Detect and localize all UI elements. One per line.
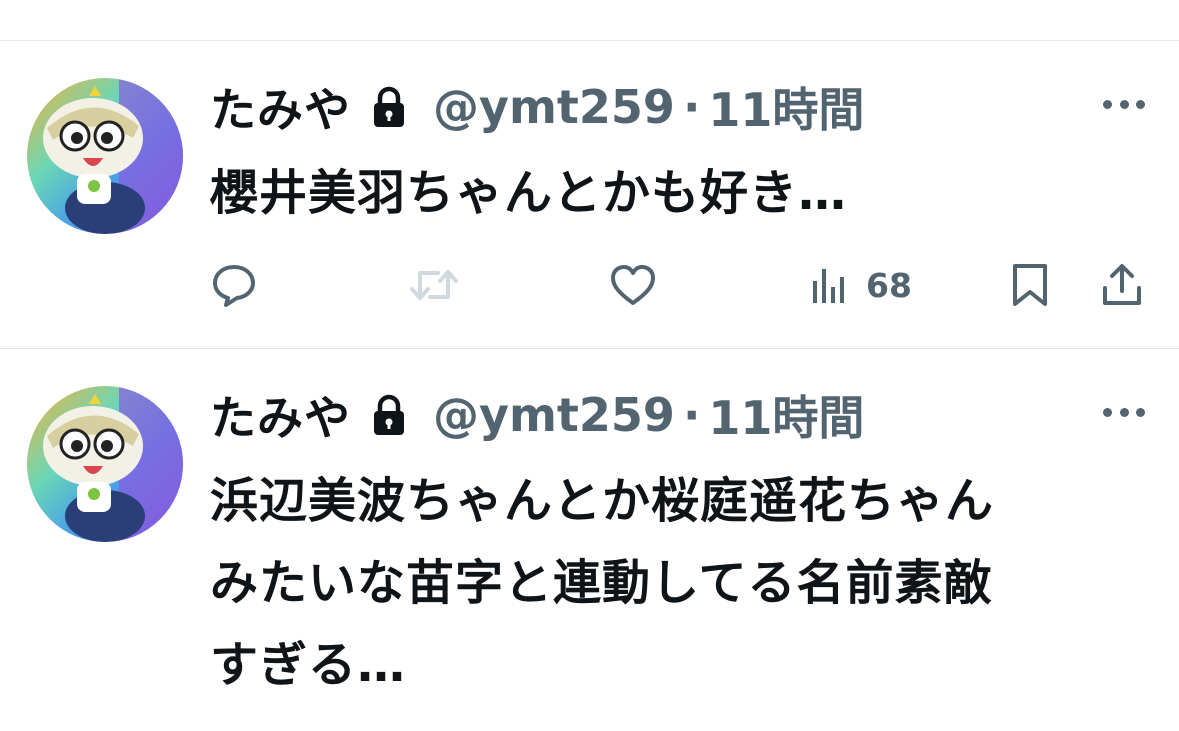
lock-icon: [369, 85, 409, 129]
tweet-actions: 68: [210, 260, 1150, 310]
views-count: 68: [866, 265, 912, 305]
avatar[interactable]: [27, 78, 183, 234]
user-handle[interactable]: @ymt259: [433, 80, 675, 134]
timestamp[interactable]: 11時間: [708, 382, 864, 448]
display-name[interactable]: たみや: [210, 382, 351, 448]
timestamp[interactable]: 11時間: [708, 74, 864, 140]
reply-icon[interactable]: [210, 260, 258, 310]
more-icon[interactable]: [1103, 97, 1145, 111]
tweet-header: たみや @ymt259 · 11時間: [210, 384, 864, 446]
lock-icon: [369, 393, 409, 437]
tweet[interactable]: たみや @ymt259 · 11時間 櫻井美羽ちゃんとかも好き… 68: [0, 40, 1179, 348]
tweet-text-line: すぎる…: [210, 637, 407, 693]
bookmark-icon[interactable]: [1010, 260, 1050, 310]
tweet-text-line: 浜辺美波ちゃんとか桜庭遥花ちゃん: [210, 473, 995, 529]
tweet-text: 浜辺美波ちゃんとか桜庭遥花ちゃん みたいな苗字と連動してる名前素敵 すぎる…: [210, 460, 1160, 706]
display-name[interactable]: たみや: [210, 74, 351, 140]
avatar[interactable]: [27, 386, 183, 542]
tweet-text: 櫻井美羽ちゃんとかも好き…: [210, 152, 1160, 234]
user-handle[interactable]: @ymt259: [433, 388, 675, 442]
tweet-text-line: みたいな苗字と連動してる名前素敵: [210, 555, 993, 611]
separator-dot: ·: [682, 388, 701, 442]
tweet-header: たみや @ymt259 · 11時間: [210, 76, 864, 138]
share-icon[interactable]: [1100, 260, 1144, 310]
heart-icon[interactable]: [609, 260, 657, 310]
views-button[interactable]: 68: [810, 260, 912, 310]
more-icon[interactable]: [1103, 405, 1145, 419]
separator-dot: ·: [682, 80, 701, 134]
tweet-text-line: 櫻井美羽ちゃんとかも好き…: [210, 165, 848, 221]
retweet-icon[interactable]: [408, 260, 460, 310]
views-icon: [810, 265, 850, 305]
tweet[interactable]: たみや @ymt259 · 11時間 浜辺美波ちゃんとか桜庭遥花ちゃん みたいな…: [0, 348, 1179, 731]
